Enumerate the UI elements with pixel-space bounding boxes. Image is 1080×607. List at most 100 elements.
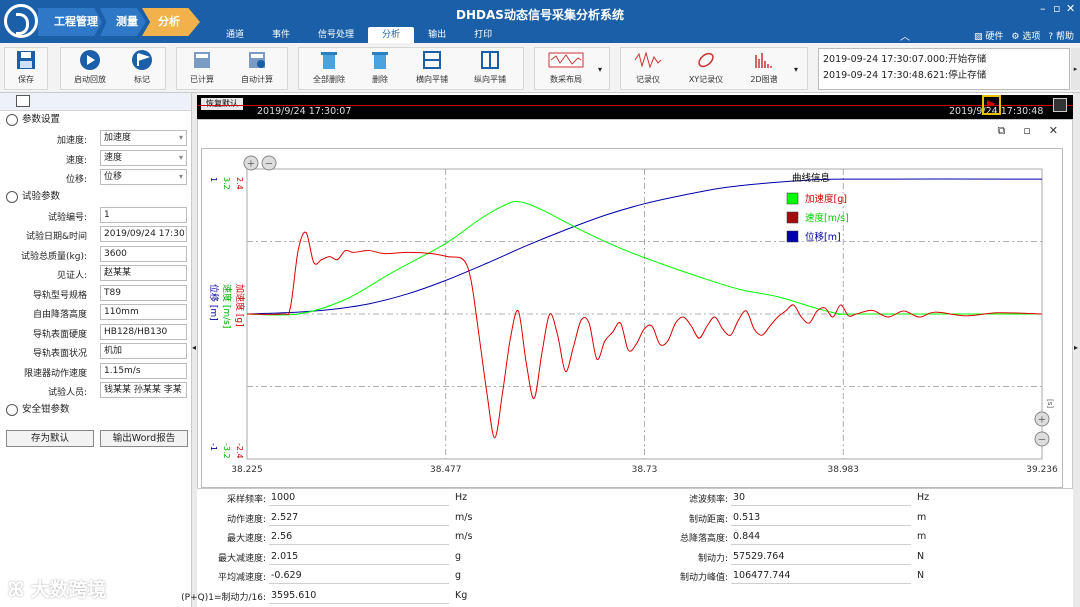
x-tick-label: 38.477 xyxy=(430,465,462,475)
spectrum-icon xyxy=(755,53,772,68)
trash-icon xyxy=(372,52,388,69)
test-label: 导轨型号规格 xyxy=(32,290,87,301)
param-unit: Hz xyxy=(917,492,930,503)
acceleration-select[interactable]: 加速度 xyxy=(100,130,187,146)
hardware-button[interactable]: ▧ 硬件 xyxy=(974,29,1003,42)
param-value[interactable]: 0.513 xyxy=(731,510,911,526)
export-word-button[interactable]: 输出Word报告 xyxy=(100,430,188,447)
test-row: 导轨表面硬度 HB128/HB130 xyxy=(0,323,191,343)
app-title: DHDAS动态信号采集分析系统 xyxy=(456,8,624,22)
restore-default-button[interactable]: 恢复默认 xyxy=(201,98,243,110)
param-value[interactable]: 57529.764 xyxy=(731,549,911,565)
y-axis-bottom: -1 xyxy=(209,443,218,451)
param-value[interactable]: 2.015 xyxy=(269,549,449,565)
left-panel: 参数设置 加速度: 加速度 速度: 速度 位移: 位移 试验参数 试验编号: 1 试验日… xyxy=(0,93,192,607)
save-button[interactable]: 保存 xyxy=(10,49,42,85)
restore-icon[interactable]: ▫ xyxy=(1053,2,1060,15)
delete-button[interactable]: 删除 xyxy=(362,49,398,85)
param-value[interactable]: -0.629 xyxy=(269,568,449,585)
close-icon[interactable]: ✕ xyxy=(1066,2,1075,15)
testers-field[interactable]: 钱某某 孙某某 李某 xyxy=(100,382,187,398)
minimize-icon[interactable]: – xyxy=(1040,2,1046,15)
param-value[interactable]: 2.527 xyxy=(269,510,449,526)
param-label: 滤波频率: xyxy=(688,495,728,505)
governor-speed-field[interactable]: 1.15m/s xyxy=(100,362,187,379)
y-axis-label: 位移 [m] xyxy=(208,284,220,321)
close-window-icon[interactable]: ✕ xyxy=(1049,124,1058,138)
param-label: 制动力: xyxy=(697,553,728,564)
right-splitter[interactable]: ▸ xyxy=(1073,93,1080,607)
total-mass-field[interactable]: 3600 xyxy=(100,245,187,262)
save-default-button[interactable]: 存为默认 xyxy=(6,430,94,447)
tab-signal-processing[interactable]: 信号处理 xyxy=(304,27,368,43)
section-safety[interactable]: 安全钳参数 xyxy=(0,401,191,419)
daq-layout-button[interactable]: 数采布局 xyxy=(540,49,592,85)
param-label: (P+Q)1=制动力/16: xyxy=(181,593,266,603)
param-value[interactable]: 106477.744 xyxy=(731,568,911,585)
witness-field[interactable]: 赵某某 xyxy=(100,265,187,281)
test-row: 见证人: 赵某某 xyxy=(0,264,191,284)
daq-dropdown-icon[interactable]: ▾ xyxy=(598,65,602,74)
xy-recorder-button[interactable]: XY记录仪 xyxy=(682,49,730,85)
legend-swatch xyxy=(786,230,799,243)
free-fall-height-field[interactable]: 110mm xyxy=(100,304,187,320)
calculator-icon xyxy=(194,52,210,68)
param-value[interactable]: 2.56 xyxy=(269,529,449,546)
param-label: 动作速度: xyxy=(226,514,266,525)
recorder-button[interactable]: 记录仪 xyxy=(628,49,668,85)
collapse-left-icon[interactable]: ◂ xyxy=(192,343,196,352)
param-row: 最大速度: 2.56 m/s xyxy=(227,529,472,546)
test-datetime-field[interactable]: 2019/09/24 17:30 xyxy=(100,226,187,242)
calculated-button[interactable]: 已计算 xyxy=(182,49,222,85)
collapse-right-icon[interactable]: ▸ xyxy=(1074,343,1078,352)
tab-event[interactable]: 事件 xyxy=(258,27,304,43)
help-button[interactable]: ? 帮助 xyxy=(1048,29,1074,42)
x-tick-label: 38.225 xyxy=(231,465,263,475)
restore-window-icon[interactable]: ▫ xyxy=(1023,124,1030,138)
section-test[interactable]: 试验参数 xyxy=(0,188,191,206)
param-label: 最大减速度: xyxy=(217,553,266,564)
test-number-field[interactable]: 1 xyxy=(100,206,187,223)
test-label: 导轨表面硬度 xyxy=(32,329,87,340)
calendar-icon[interactable] xyxy=(1053,98,1067,112)
rail-model-field[interactable]: T89 xyxy=(100,284,187,301)
velocity-select[interactable]: 速度 xyxy=(100,149,187,166)
tile-vertical-label: 纵向平铺 xyxy=(474,75,506,84)
result-params-panel: 采样频率: 1000 Hz 动作速度: 2.527 m/s 最大速度: 2.56 m/s 最大减速… xyxy=(181,489,1073,607)
delete-all-button[interactable]: 全部删除 xyxy=(304,49,354,85)
tile-horizontal-button[interactable]: 横向平铺 xyxy=(408,49,456,85)
param-value[interactable]: 0.844 xyxy=(731,529,911,546)
param-label: 平均减速度: xyxy=(217,573,266,584)
recorder-label: 记录仪 xyxy=(636,75,660,84)
left-buttons: 存为默认 输出Word报告 xyxy=(6,430,188,447)
tab-analysis[interactable]: 分析 xyxy=(368,27,415,43)
views-dropdown-icon[interactable]: ▾ xyxy=(794,65,798,74)
line-chart[interactable]: 38.225 38.477 38.73 38.983 39.236 1 -1 位移 [m] 3.… xyxy=(202,149,1062,487)
timeline-marker[interactable] xyxy=(982,95,1001,115)
tab-output[interactable]: 输出 xyxy=(414,27,460,43)
param-value[interactable]: 1000 xyxy=(269,490,449,506)
tile-vertical-button[interactable]: 纵向平铺 xyxy=(466,49,514,85)
param-value[interactable]: 30 xyxy=(731,490,911,506)
timeline-bar[interactable]: 恢复默认 2019/9/24 17:30:07 2019/9/24 17:30:… xyxy=(197,95,1073,119)
mark-button[interactable]: 标记 xyxy=(122,49,162,85)
save-icon xyxy=(17,51,35,69)
collapse-ribbon-icon[interactable]: ︿ xyxy=(900,28,910,43)
2d-spectrum-button[interactable]: 2D图谱 xyxy=(742,49,786,85)
section-params[interactable]: 参数设置 xyxy=(0,111,191,129)
tab-print[interactable]: 打印 xyxy=(460,27,506,43)
rail-surface-field[interactable]: 机加 xyxy=(100,343,187,359)
options-button[interactable]: ⚙ 选项 xyxy=(1011,29,1040,42)
start-playback-button[interactable]: 启动回放 xyxy=(66,49,114,85)
log-scroll-button[interactable]: ▸ xyxy=(1071,48,1080,90)
displacement-select[interactable]: 位移 xyxy=(100,169,187,185)
param-value[interactable]: 3595.610 xyxy=(269,588,449,604)
grid-view-icon[interactable] xyxy=(16,95,30,107)
zoom-out-glyph: − xyxy=(265,159,273,170)
rail-hardness-field[interactable]: HB128/HB130 xyxy=(100,323,187,340)
tile-windows-icon[interactable]: ⧉ xyxy=(997,124,1005,138)
x-tick-label: 39.236 xyxy=(1026,465,1058,475)
tab-channel[interactable]: 通道 xyxy=(212,27,258,43)
recycle-bin-icon xyxy=(321,52,337,69)
auto-calc-button[interactable]: 自动计算 xyxy=(232,49,282,85)
